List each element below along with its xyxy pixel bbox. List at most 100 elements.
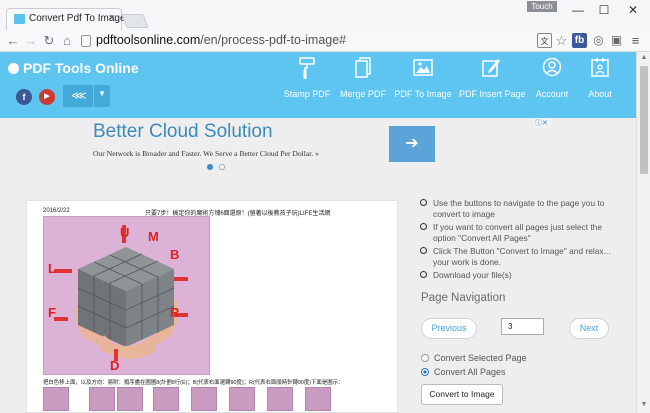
- share-divider: [93, 85, 94, 107]
- share-button[interactable]: ⋘ ▼: [63, 85, 110, 107]
- cube-thumbnail: [267, 387, 293, 411]
- menu-pdf-to-image[interactable]: PDF To Image: [394, 56, 452, 99]
- ad-banner[interactable]: Better Cloud Solution Our Network is Bro…: [0, 118, 636, 180]
- page-number-input[interactable]: 3: [501, 318, 544, 335]
- arrow-circle-icon: [420, 247, 427, 254]
- browser-tab[interactable]: Convert Pdf To Image ×: [6, 8, 126, 30]
- menu-pdf-insert-page[interactable]: PDF Insert Page: [459, 56, 526, 99]
- menu-stamp-pdf[interactable]: Stamp PDF: [282, 56, 332, 99]
- menu-label: Merge PDF: [339, 89, 386, 99]
- scroll-thumb[interactable]: [640, 66, 648, 174]
- home-icon[interactable]: ⌂: [59, 33, 75, 49]
- arrow-circle-icon: [420, 271, 427, 278]
- cube-thumbnail: [153, 387, 179, 411]
- logo-text: PDF Tools Online: [23, 60, 139, 76]
- scroll-up-icon[interactable]: ▲: [639, 54, 649, 64]
- image-icon: [413, 59, 433, 76]
- instruction-item: If you want to convert all pages just se…: [420, 222, 620, 246]
- scroll-down-icon[interactable]: ▼: [639, 401, 649, 411]
- fb-extension-icon[interactable]: fb: [572, 33, 587, 48]
- back-arrow-icon[interactable]: ←: [5, 33, 21, 49]
- page-icon: [81, 35, 91, 47]
- adchoices-icon[interactable]: ⓘ✕: [533, 118, 550, 128]
- close-window-button[interactable]: ✕: [621, 2, 645, 18]
- page-content: PDF Tools Online f ▶ ⋘ ▼ Stamp PDF Merge…: [0, 52, 636, 413]
- radio-label: Convert Selected Page: [434, 353, 527, 363]
- cube-thumbnail: [117, 387, 143, 411]
- cube-label-r: R: [170, 305, 180, 320]
- instruction-item: Download your file(s): [420, 270, 620, 282]
- ad-text[interactable]: Our Network is Broader and Faster. We Se…: [93, 149, 319, 158]
- ad-headline[interactable]: Better Cloud Solution: [93, 121, 273, 143]
- cube-label-b: B: [170, 247, 179, 262]
- cube-thumbnail: [305, 387, 331, 411]
- reload-icon[interactable]: ↻: [41, 33, 57, 49]
- translate-icon[interactable]: 文: [537, 33, 552, 48]
- minimize-button[interactable]: —: [566, 2, 590, 18]
- cube-label-f: F: [48, 305, 56, 320]
- menu-label: Stamp PDF: [283, 89, 331, 99]
- instruction-text: Use the buttons to navigate to the page …: [433, 198, 605, 219]
- preview-date: 2016/2/22: [43, 208, 70, 214]
- url-path: /en/process-pdf-to-image#: [200, 33, 347, 47]
- rubiks-cube-image: U M B L F R D: [43, 216, 210, 375]
- page-scrollbar[interactable]: ▲ ▼: [636, 52, 650, 413]
- site-logo[interactable]: PDF Tools Online: [8, 60, 139, 76]
- instruction-text: If you want to convert all pages just se…: [433, 222, 602, 243]
- share-icon: ⋘: [71, 90, 87, 102]
- user-icon: [542, 57, 562, 77]
- next-button[interactable]: Next: [569, 318, 609, 339]
- site-header: PDF Tools Online f ▶ ⋘ ▼ Stamp PDF Merge…: [0, 52, 636, 118]
- paint-roller-icon: [299, 57, 315, 79]
- cube-thumbnail: [89, 387, 115, 411]
- radio-all-pages[interactable]: [421, 368, 429, 376]
- arrow-circle-icon: [420, 223, 427, 230]
- youtube-icon[interactable]: ▶: [39, 89, 55, 105]
- cube-label-d: D: [110, 358, 119, 373]
- touch-badge: Touch: [527, 1, 557, 12]
- page-navigation-title: Page Navigation: [421, 292, 506, 304]
- instruction-item: Click The Button "Convert to Image" and …: [420, 246, 620, 270]
- browser-titlebar: Convert Pdf To Image × Touch — ☐ ✕: [0, 0, 650, 30]
- ad-arrow-button[interactable]: ➔: [389, 126, 435, 162]
- url-text[interactable]: pdftoolsonline.com/en/process-pdf-to-ima…: [96, 33, 346, 47]
- chevron-down-icon[interactable]: ▼: [98, 89, 106, 98]
- cube-label-l: L: [48, 261, 56, 276]
- menu-merge-pdf[interactable]: Merge PDF: [338, 56, 388, 99]
- instruction-text: Download your file(s): [433, 270, 512, 280]
- tab-close-icon[interactable]: ×: [109, 12, 115, 24]
- star-icon[interactable]: ☆: [554, 33, 569, 48]
- menu-icon[interactable]: ≡: [628, 33, 643, 48]
- menu-account[interactable]: Account: [530, 56, 574, 99]
- documents-icon: [355, 57, 371, 78]
- forward-arrow-icon[interactable]: →: [23, 33, 39, 49]
- maximize-button[interactable]: ☐: [592, 2, 616, 18]
- convert-to-image-button[interactable]: Convert to Image: [421, 384, 503, 405]
- menu-label: PDF Insert Page: [459, 89, 526, 99]
- previous-button[interactable]: Previous: [421, 318, 477, 339]
- instruction-item: Use the buttons to navigate to the page …: [420, 198, 620, 222]
- tab-icon[interactable]: ▣: [609, 33, 624, 48]
- compass-icon[interactable]: ◎: [591, 33, 606, 48]
- cube-label-u: U: [120, 225, 129, 240]
- menu-about[interactable]: About: [580, 56, 620, 99]
- carousel-dot-active[interactable]: [207, 164, 213, 170]
- preview-caption: 把白色移上面，以及方向：將附：順序盡在圖圖8(計劃8行(E)；B(代表右面選轉9…: [43, 380, 344, 386]
- cube-thumbnails: [43, 387, 333, 413]
- url-domain: pdftoolsonline.com: [96, 33, 201, 47]
- favicon-icon: [14, 14, 25, 24]
- radio-selected-page[interactable]: [421, 354, 429, 362]
- address-bar[interactable]: pdftoolsonline.com/en/process-pdf-to-ima…: [79, 32, 569, 50]
- new-tab-button[interactable]: [121, 14, 149, 28]
- pdf-preview: 2016/2/22 只要7步！搞定你的魔術方塊6面還原！(留著以後教孩子玩)LI…: [26, 200, 398, 413]
- arrow-circle-icon: [420, 199, 427, 206]
- cube-label-m: M: [148, 229, 159, 244]
- facebook-icon[interactable]: f: [16, 89, 32, 105]
- cube-thumbnail: [191, 387, 217, 411]
- info-icon: [591, 58, 609, 77]
- instruction-text: Click The Button "Convert to Image" and …: [433, 246, 611, 267]
- browser-toolbar: ← → ↻ ⌂ pdftoolsonline.com/en/process-pd…: [0, 30, 650, 52]
- carousel-dot[interactable]: [219, 164, 225, 170]
- cube-thumbnail: [229, 387, 255, 411]
- cube-illustration: U M B L F R D: [44, 217, 209, 374]
